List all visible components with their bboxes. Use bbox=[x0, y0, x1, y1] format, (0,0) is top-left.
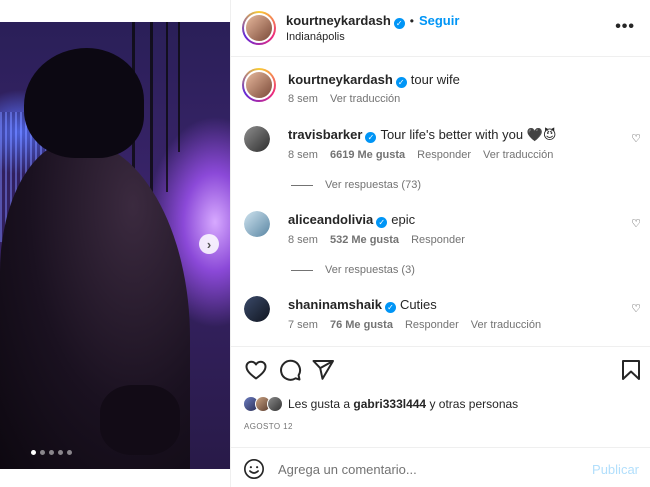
liker-username[interactable]: gabri333l444 bbox=[353, 397, 426, 411]
view-replies-label: Ver respuestas (3) bbox=[325, 264, 415, 276]
comment-age[interactable]: 7 sem bbox=[288, 319, 318, 331]
divider bbox=[231, 346, 650, 347]
more-icon[interactable]: ••• bbox=[615, 18, 635, 36]
next-slide-button[interactable]: › bbox=[199, 234, 219, 254]
reply-link[interactable]: Responder bbox=[417, 149, 471, 161]
verified-icon: ✓ bbox=[395, 77, 407, 88]
author-username[interactable]: kourtneykardash bbox=[286, 13, 391, 28]
carousel-dot bbox=[58, 450, 63, 455]
comment-username[interactable]: travisbarker bbox=[288, 127, 362, 142]
stage-rig bbox=[166, 22, 168, 192]
comment-icon[interactable] bbox=[278, 358, 302, 382]
carousel-dot bbox=[40, 450, 45, 455]
comment-age[interactable]: 8 sem bbox=[288, 149, 318, 161]
comment-age[interactable]: 8 sem bbox=[288, 234, 318, 246]
comment-text: Cuties bbox=[399, 297, 437, 312]
liker-avatar bbox=[267, 396, 283, 412]
likes-summary[interactable]: Les gusta a gabri333l444 y otras persona… bbox=[243, 396, 518, 412]
verified-icon: ✓ bbox=[384, 302, 396, 313]
comment-likes[interactable]: 6619 Me gusta bbox=[330, 149, 405, 161]
verified-icon: ✓ bbox=[393, 18, 405, 29]
translate-link[interactable]: Ver traducción bbox=[330, 93, 400, 105]
like-comment-heart-icon[interactable]: ♡ bbox=[631, 217, 641, 230]
emoji-icon[interactable] bbox=[243, 458, 265, 480]
carousel-dot bbox=[49, 450, 54, 455]
person-arm bbox=[100, 385, 180, 455]
caption-username[interactable]: kourtneykardash bbox=[288, 72, 393, 87]
verified-icon: ✓ bbox=[365, 132, 377, 143]
translate-link[interactable]: Ver traducción bbox=[483, 149, 553, 161]
comment-username[interactable]: shaninamshaik bbox=[288, 297, 382, 312]
stage-rig bbox=[150, 22, 153, 192]
translate-link[interactable]: Ver traducción bbox=[471, 319, 541, 331]
media-bottom-band bbox=[0, 469, 230, 487]
post-header: kourtneykardash ✓ • Seguir Indianápolis ••• bbox=[231, 0, 650, 57]
author-avatar[interactable] bbox=[242, 11, 276, 45]
carousel-dot bbox=[67, 450, 72, 455]
comment-bar: Agrega un comentario... Publicar bbox=[231, 447, 650, 487]
share-icon[interactable] bbox=[311, 358, 335, 382]
post-modal: › kourtneykardash ✓ • Seguir Indianápolis •… bbox=[0, 0, 650, 487]
commenter-avatar[interactable] bbox=[244, 126, 270, 152]
chevron-right-icon: › bbox=[206, 236, 212, 252]
carousel-indicator bbox=[31, 450, 72, 455]
caption-age[interactable]: 8 sem bbox=[288, 93, 318, 105]
comment-text: Tour life's better with you 🖤😈 bbox=[380, 127, 557, 142]
like-comment-heart-icon[interactable]: ♡ bbox=[631, 302, 641, 315]
heart-icon[interactable] bbox=[244, 358, 268, 382]
person-head bbox=[24, 48, 144, 158]
reply-link[interactable]: Responder bbox=[411, 234, 465, 246]
replies-line bbox=[291, 184, 313, 186]
verified-icon: ✓ bbox=[376, 217, 388, 228]
comment-text: epic bbox=[391, 212, 416, 227]
replies-line bbox=[291, 269, 313, 271]
post-location[interactable]: Indianápolis bbox=[286, 31, 345, 43]
media-top-band bbox=[0, 0, 230, 22]
comment-input[interactable]: Agrega un comentario... bbox=[278, 462, 417, 477]
post-comment-button[interactable]: Publicar bbox=[592, 462, 639, 477]
carousel-dot bbox=[31, 450, 36, 455]
separator-dot: • bbox=[409, 14, 414, 28]
comment-likes[interactable]: 76 Me gusta bbox=[330, 319, 393, 331]
reply-link[interactable]: Responder bbox=[405, 319, 459, 331]
comment-likes[interactable]: 532 Me gusta bbox=[330, 234, 399, 246]
likes-prefix: Les gusta a bbox=[288, 397, 351, 411]
post-panel: kourtneykardash ✓ • Seguir Indianápolis •••… bbox=[230, 0, 650, 487]
view-replies[interactable]: Ver respuestas (3) bbox=[291, 264, 415, 276]
view-replies-label: Ver respuestas (73) bbox=[325, 179, 421, 191]
stage-rig bbox=[178, 22, 180, 152]
bookmark-icon[interactable] bbox=[619, 358, 643, 382]
follow-button[interactable]: Seguir bbox=[419, 13, 459, 28]
commenter-avatar[interactable] bbox=[244, 296, 270, 322]
likes-suffix[interactable]: y otras personas bbox=[429, 397, 518, 411]
post-media: › bbox=[0, 0, 230, 487]
post-date[interactable]: AGOSTO 12 bbox=[244, 422, 293, 431]
commenter-avatar[interactable] bbox=[244, 211, 270, 237]
comment-username[interactable]: aliceandolivia bbox=[288, 212, 373, 227]
like-comment-heart-icon[interactable]: ♡ bbox=[631, 132, 641, 145]
caption-text: tour wife bbox=[410, 72, 460, 87]
caption-avatar[interactable] bbox=[242, 68, 276, 102]
view-replies[interactable]: Ver respuestas (73) bbox=[291, 179, 421, 191]
